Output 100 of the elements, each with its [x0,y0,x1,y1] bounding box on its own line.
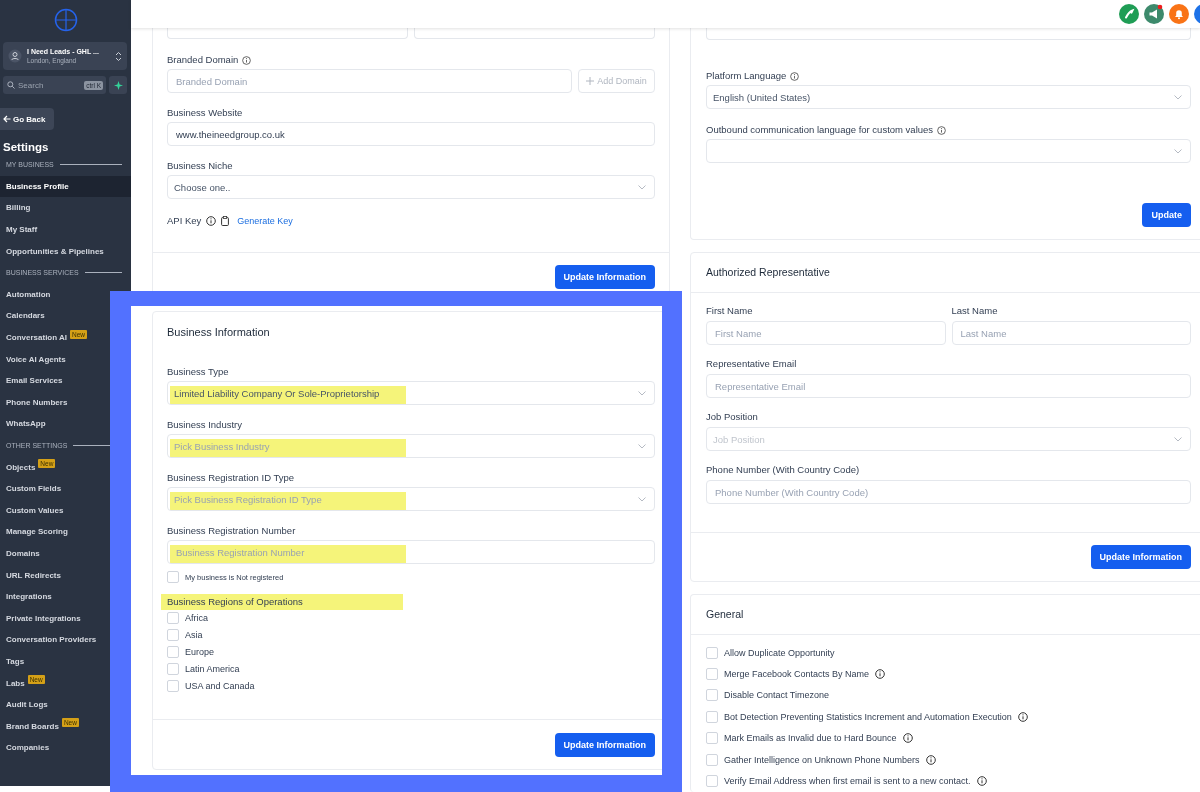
sidebar-item[interactable]: Calendars [0,305,49,327]
clipboard-icon[interactable] [221,216,230,226]
chevron-up-down-icon [115,50,122,62]
checkbox[interactable] [167,662,179,675]
sidebar-item[interactable]: Custom Values [0,499,68,522]
sidebar-item[interactable]: WhatsApp [0,413,50,435]
update-button[interactable]: Update Information [554,733,655,757]
field-label: Business Niche [167,160,233,172]
text-input[interactable]: Phone Number (With Country Code) [706,480,1191,504]
field-label: Branded Domain [167,54,239,66]
select-field[interactable]: English (United States) [706,85,1191,109]
update-button[interactable]: Update Information [1090,545,1191,569]
checkbox[interactable] [167,679,179,692]
sidebar-item[interactable]: Integrations [0,585,56,608]
bell-icon[interactable] [1169,4,1189,24]
checkbox-label: Disable Contact Timezone [724,690,830,701]
sidebar-item[interactable]: Business Profile [0,175,131,198]
field-label: Business Regions of Operations [161,594,403,610]
phone-icon[interactable] [1119,4,1139,24]
chevron-down-icon [1174,436,1182,442]
card-title: General [691,595,1200,635]
megaphone-icon[interactable] [1144,4,1164,24]
field-label: Business Type [167,366,229,378]
field-label: Business Industry [167,419,242,431]
checkbox[interactable] [706,668,718,681]
sidebar-item[interactable]: Voice AI Agents [0,348,70,370]
checkbox[interactable] [167,645,179,658]
checkbox[interactable] [706,646,718,659]
field-label: Business Registration Number [167,525,296,537]
sidebar-item[interactable]: Automation [0,283,55,306]
sidebar-item[interactable]: Billing [0,197,35,219]
checkbox[interactable] [167,628,179,641]
info-icon [206,216,217,226]
input-field[interactable] [167,28,408,39]
checkbox[interactable] [706,753,718,766]
sidebar-item[interactable]: Manage Scoring [0,521,72,543]
field-label: Platform Language [706,70,787,82]
search-icon [7,81,15,89]
select-field[interactable]: Choose one.. [167,175,655,199]
checkbox-label: Europe [185,646,215,657]
select-field[interactable]: Limited Liability Company Or Sole-Proprietorship [167,381,655,405]
checkbox-label: USA and Canada [185,680,255,691]
checkbox[interactable] [167,611,179,624]
checkbox-label: Allow Duplicate Opportunity [724,647,835,658]
field-label: Business Registration ID Type [167,472,295,484]
sidebar-item[interactable]: Conversation Providers [0,629,101,651]
arrow-left-icon [3,115,11,123]
sidebar-item[interactable]: Domains [0,542,44,565]
sidebar-item[interactable]: URL Redirects [0,564,65,586]
field-label: Phone Number (With Country Code) [706,464,860,476]
plus-icon [586,77,595,85]
update-button[interactable]: Update Information [554,265,655,289]
search-input[interactable]: Search [18,80,82,90]
checkbox-label: Asia [185,629,203,640]
chevron-down-icon [638,390,646,396]
sidebar-item[interactable]: Private Integrations [0,607,85,630]
input-field[interactable] [414,28,655,39]
field-label: Last Name [951,305,998,317]
field-label: Outbound communication language for custom values [706,124,934,136]
sidebar-item[interactable]: Tags [0,650,29,673]
field-label: First Name [706,305,753,317]
text-input[interactable]: Business Registration Number [167,540,655,564]
text-input[interactable]: www.theineedgroup.co.uk [167,122,655,146]
sidebar-item[interactable]: Email Services [0,369,67,392]
select-field[interactable] [706,139,1191,163]
sidebar-item[interactable]: Companies [0,737,54,759]
sidebar-item[interactable]: Custom Fields [0,477,66,500]
sidebar-item[interactable]: My Staff [0,218,42,241]
generate-key-link[interactable]: Generate Key [237,216,293,226]
text-input[interactable]: Branded Domain [167,69,572,93]
logo-icon [53,8,78,32]
checkbox[interactable] [706,775,718,788]
field-label: API Key [167,215,202,227]
text-input[interactable]: Representative Email [706,374,1191,398]
sidebar-item[interactable]: Audit Logs [0,693,52,716]
chevron-down-icon [638,496,646,502]
checkbox[interactable] [706,732,718,745]
field-label: Job Position [706,411,758,423]
sparkle-icon [113,80,123,90]
text-input[interactable]: Last Name [951,321,1191,345]
back-button[interactable]: Go Back [0,108,54,130]
checkbox-label: Merge Facebook Contacts By Name [724,669,870,680]
sidebar-title: Settings [3,141,50,154]
checkbox-label: Africa [185,612,208,623]
checkbox[interactable] [706,710,718,723]
sidebar-item[interactable]: Opportunities & Pipelines [0,240,108,262]
sparkle-button[interactable] [109,76,127,94]
chevron-down-icon [638,443,646,449]
checkbox-label: Bot Detection Preventing Statistics Increment and Automation Execution [724,711,1012,722]
checkbox-label: Mark Emails as Invalid due to Hard Bounce [724,733,897,744]
sidebar-item[interactable]: Phone Numbers [0,391,72,414]
field-label: Business Website [167,107,243,119]
checkbox[interactable] [706,689,718,702]
checkbox[interactable] [167,571,179,583]
text-input[interactable]: First Name [706,321,946,345]
input-field[interactable] [706,28,1191,40]
checkbox-label: Gather Intelligence on Unknown Phone Numbers [724,754,920,765]
avatar-icon [8,49,22,63]
checkbox-label: Latin America [185,663,240,674]
update-button[interactable]: Update [1142,203,1191,227]
